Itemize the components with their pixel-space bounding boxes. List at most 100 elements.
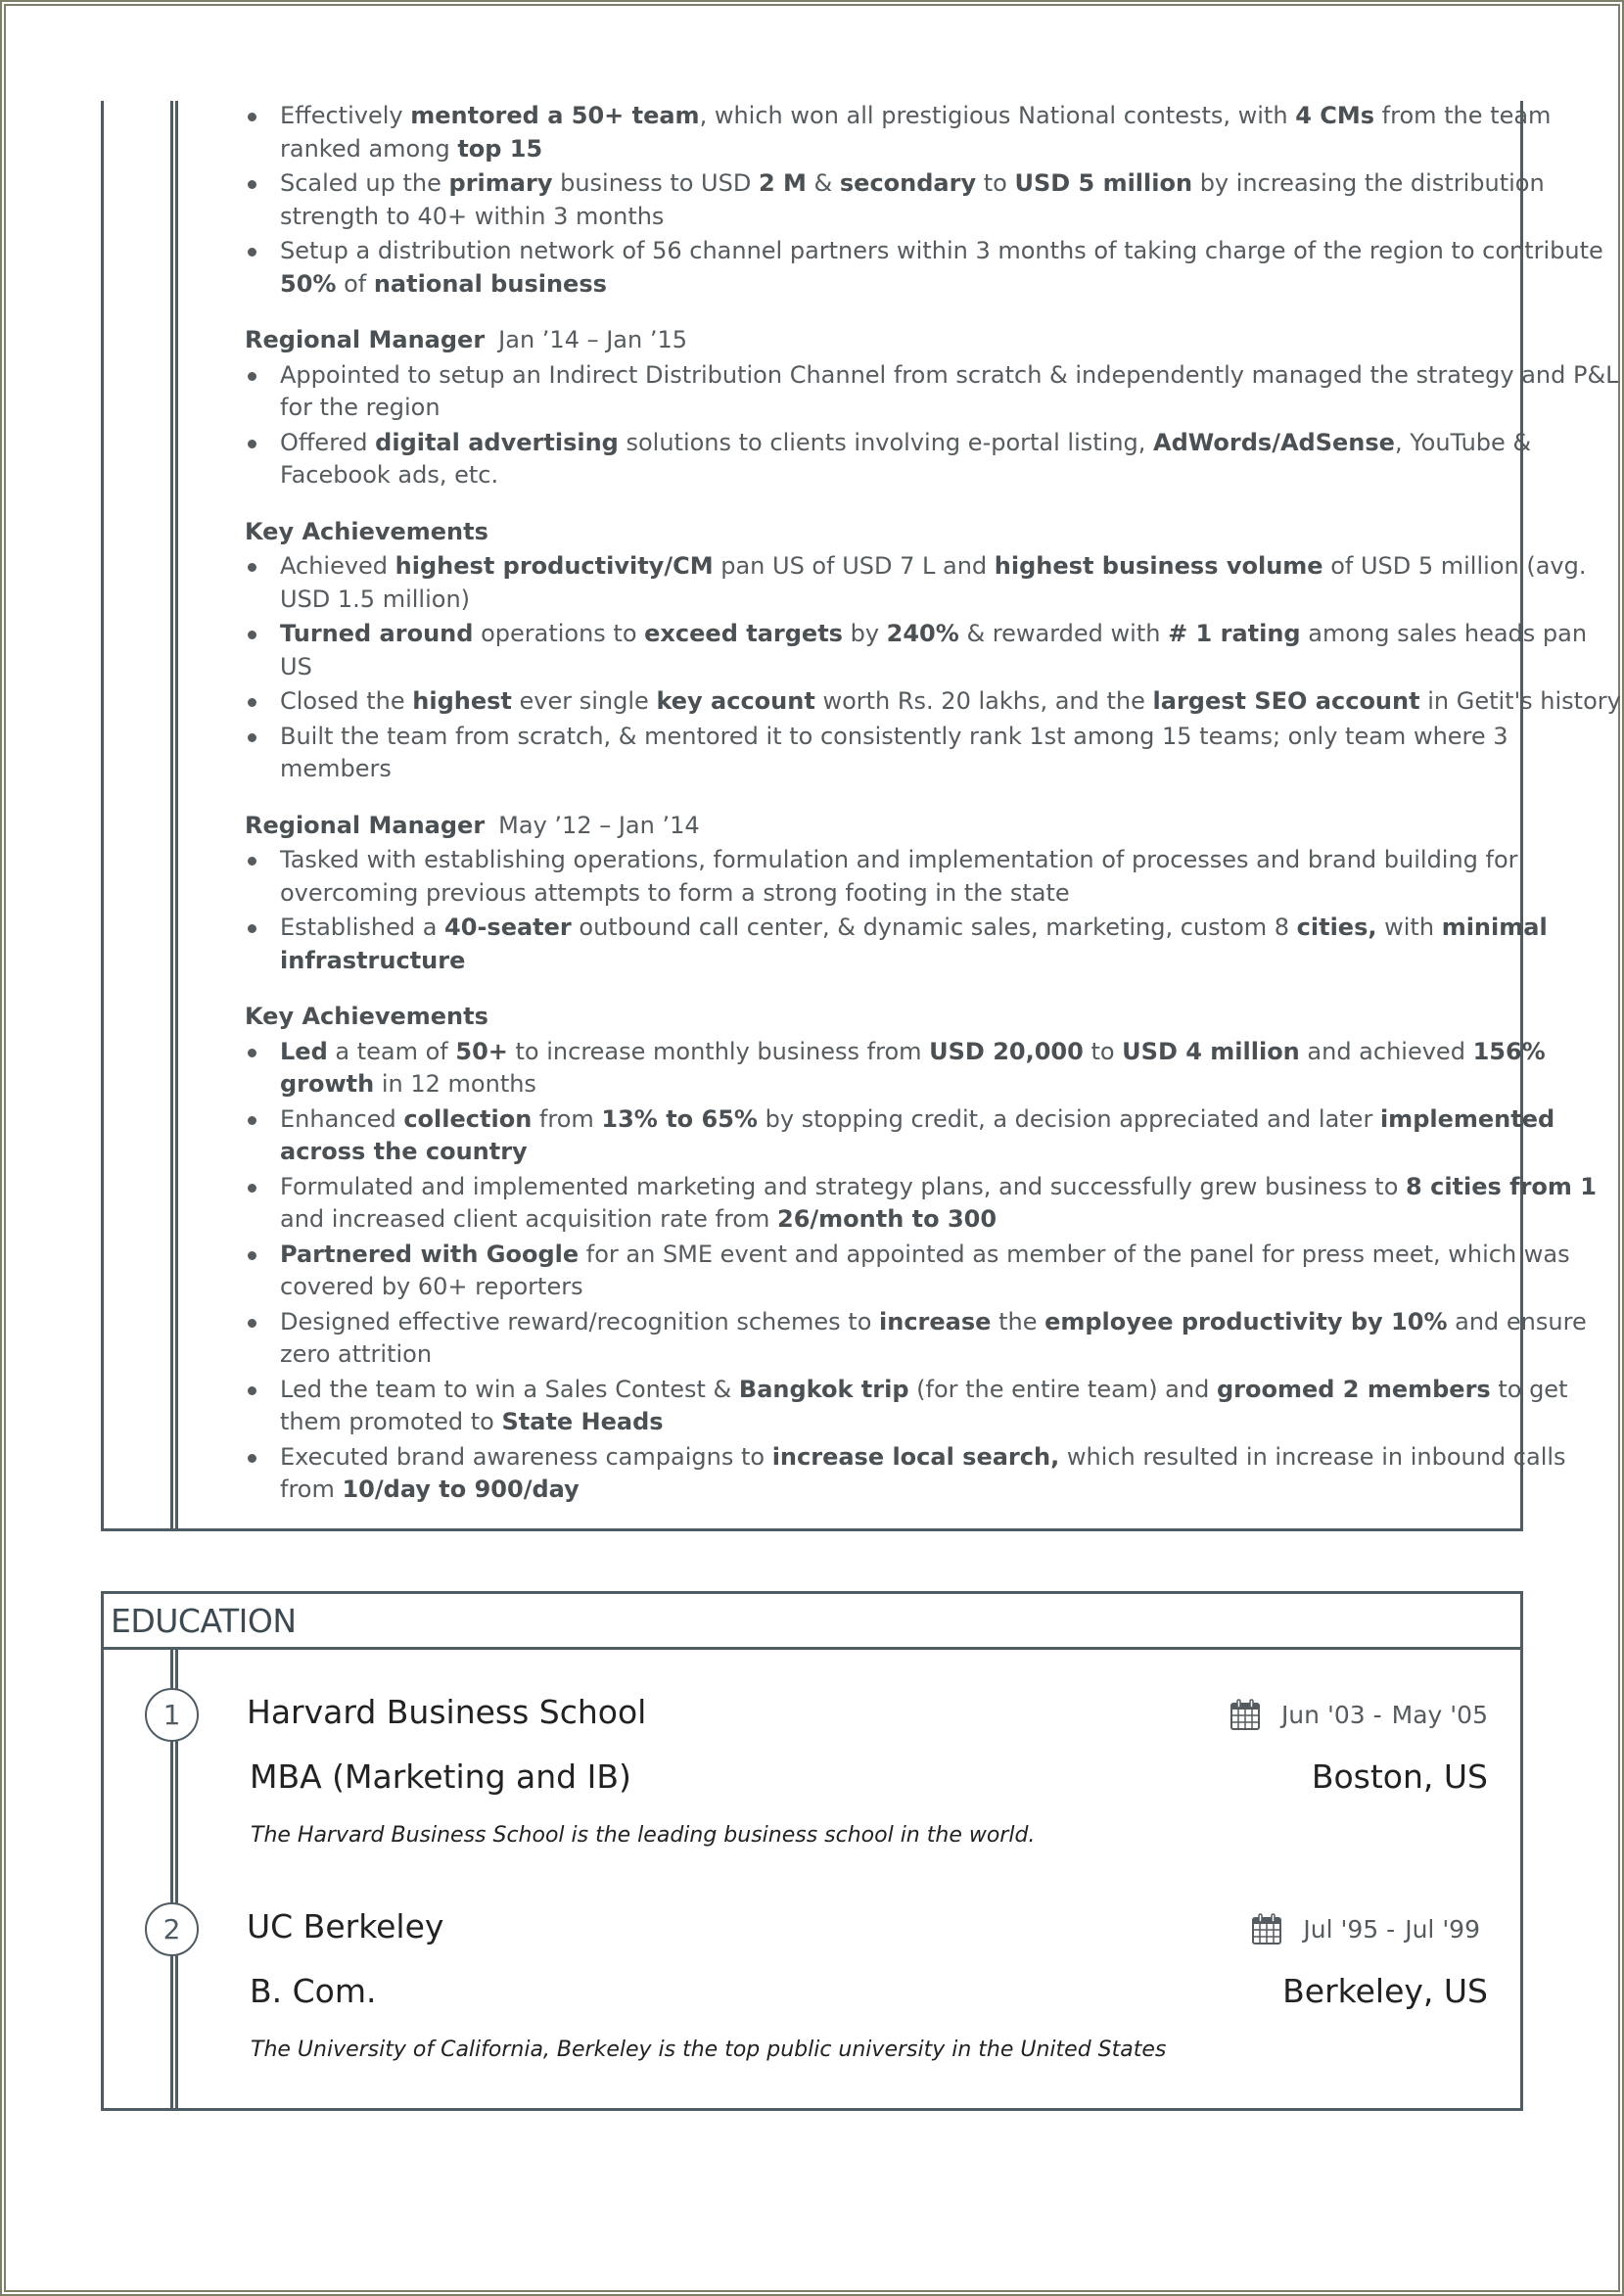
bullet-dot-icon [248, 698, 256, 707]
bullet-text: & rewarded with [958, 620, 1169, 647]
bullet-text: the [991, 1307, 1045, 1335]
bullet-text: Closed the [280, 687, 413, 715]
bullet-text: by [842, 620, 887, 647]
emphasis-text: 26/month to 300 [777, 1205, 998, 1233]
education-title: EDUCATION [111, 1602, 297, 1640]
emphasis-text: USD 5 million [1014, 169, 1193, 197]
bullet-text: and achieved [1299, 1037, 1473, 1065]
date-separator: - [1386, 1914, 1396, 1944]
emphasis-text: 50+ [455, 1037, 508, 1065]
bullet-text: by stopping credit, a decision appreciat… [757, 1104, 1380, 1133]
date-start: Jul '95 [1303, 1914, 1379, 1944]
bullet-text: and increased client acquisition rate fr… [280, 1205, 777, 1233]
bullet-item: Led a team of 50+ to increase monthly bu… [245, 1036, 1624, 1101]
bullet-text: Scaled up the [280, 169, 449, 197]
emphasis-text: 8 cities from 1 [1406, 1172, 1597, 1200]
emphasis-text: AdWords/AdSense [1153, 428, 1395, 456]
bullet-item: Tasked with establishing operations, for… [245, 844, 1624, 910]
bullet-text: of [336, 269, 374, 298]
date-end: Jul '99 [1405, 1914, 1480, 1944]
bullet-item: Built the team from scratch, & mentored … [245, 721, 1624, 786]
emphasis-text: Partnered with Google [280, 1240, 580, 1268]
bullet-text: solutions to clients involving e-portal … [618, 428, 1154, 456]
step-number-circle: 1 [145, 1688, 199, 1742]
bullet-dot-icon [248, 631, 256, 639]
role-block: Regional Manager Jan ’14 – Jan ’15 Appoint… [245, 324, 1624, 786]
emphasis-text: Led [280, 1037, 328, 1065]
timeline-line [170, 101, 178, 1528]
date-range: Jun '03 - May '05 [1230, 1699, 1488, 1730]
emphasis-text: largest SEO account [1152, 687, 1420, 715]
bullet-dot-icon [248, 857, 256, 866]
step-number-circle: 2 [145, 1902, 199, 1956]
bullet-item: Closed the highest ever single key accou… [245, 685, 1624, 719]
key-achievements-heading: Key Achievements [245, 1003, 488, 1030]
emphasis-text: State Heads [501, 1408, 664, 1435]
emphasis-text: top 15 [457, 134, 543, 163]
emphasis-text: highest business volume [994, 552, 1323, 580]
role-title: Regional Manager [245, 326, 486, 353]
degree: B. Com. [250, 1972, 377, 2010]
date-end: May '05 [1391, 1700, 1488, 1729]
bullet-text: pan US of USD 7 L and [713, 552, 995, 580]
bullet-text: Enhanced [280, 1104, 404, 1133]
calendar-icon [1252, 1913, 1282, 1945]
bullet-dot-icon [248, 1250, 256, 1260]
bullet-text: to increase monthly business from [507, 1037, 930, 1065]
education-header: EDUCATION [104, 1594, 1520, 1650]
emphasis-text: highest productivity/CM [394, 552, 714, 580]
school-name: Harvard Business School [247, 1693, 647, 1731]
location: Boston, US [1311, 1757, 1488, 1796]
emphasis-text: national business [373, 269, 607, 298]
role-title: Regional Manager [245, 811, 486, 839]
location: Berkeley, US [1282, 1972, 1488, 2010]
bullet-text: Designed effective reward/recognition sc… [280, 1307, 880, 1335]
key-achievements-heading: Key Achievements [245, 517, 488, 545]
bullet-item: Established a 40-seater outbound call ce… [245, 912, 1624, 977]
experience-content: Effectively mentored a 50+ team, which w… [245, 100, 1624, 1509]
emphasis-text: # 1 rating [1168, 620, 1301, 647]
emphasis-text: exceed targets [644, 620, 843, 647]
emphasis-text: digital advertising [375, 428, 619, 456]
bullet-text: with [1376, 914, 1442, 941]
intro-bullet-list: Effectively mentored a 50+ team, which w… [245, 100, 1624, 301]
achievements-list: Achieved highest productivity/CM pan US … [245, 550, 1624, 786]
emphasis-text: employee productivity by 10% [1044, 1307, 1448, 1335]
bullet-dot-icon [248, 439, 256, 448]
bullet-text: Achieved [280, 552, 395, 580]
bullet-dot-icon [248, 1385, 256, 1395]
bullet-text: Built the team from scratch, & mentored … [280, 722, 1508, 783]
bullet-item: Appointed to setup an Indirect Distribut… [245, 359, 1624, 425]
emphasis-text: 240% [886, 620, 959, 647]
role-block: Regional Manager May ’12 – Jan ’14 Tasked … [245, 810, 1624, 1507]
bullet-text: to [1083, 1037, 1123, 1065]
bullet-dot-icon [248, 371, 256, 381]
bullet-text: outbound call center, & dynamic sales, m… [571, 914, 1297, 941]
education-item: 1 Harvard Business School Jun '03 - May … [104, 1650, 1520, 1848]
bullet-text: Setup a distribution network of 56 chann… [280, 237, 1603, 264]
bullet-text: Established a [280, 914, 445, 941]
bullet-item: Setup a distribution network of 56 chann… [245, 235, 1624, 301]
bullet-text: in 12 months [374, 1070, 536, 1098]
bullet-item: Enhanced collection from 13% to 65% by s… [245, 1103, 1624, 1169]
emphasis-text: Bangkok trip [738, 1375, 909, 1403]
emphasis-text: 13% to 65% [601, 1104, 758, 1133]
bullet-text: Executed brand awareness campaigns to [280, 1442, 772, 1471]
date-start: Jun '03 [1280, 1700, 1366, 1729]
bullet-dot-icon [248, 1318, 256, 1328]
emphasis-text: USD 20,000 [929, 1037, 1084, 1065]
emphasis-text: highest [412, 687, 512, 715]
calendar-icon [1230, 1699, 1260, 1730]
education-description: The University of California, Berkeley i… [251, 2038, 1167, 2062]
bullet-text: worth Rs. 20 lakhs, and the [814, 687, 1153, 715]
bullet-dot-icon [248, 1453, 256, 1463]
bullet-text: Effectively [280, 102, 411, 129]
bullet-text: Formulated and implemented marketing and… [280, 1172, 1407, 1200]
role-dates: Jan ’14 – Jan ’15 [498, 326, 688, 353]
roles-list: Regional Manager Jan ’14 – Jan ’15 Appoint… [245, 324, 1624, 1507]
bullet-item: Designed effective reward/recognition sc… [245, 1306, 1624, 1372]
role-header: Regional Manager May ’12 – Jan ’14 [245, 810, 1624, 843]
emphasis-text: 50% [280, 269, 337, 298]
bullet-text: , which won all prestigious National con… [699, 102, 1296, 129]
education-description: The Harvard Business School is the leadi… [251, 1823, 1036, 1848]
